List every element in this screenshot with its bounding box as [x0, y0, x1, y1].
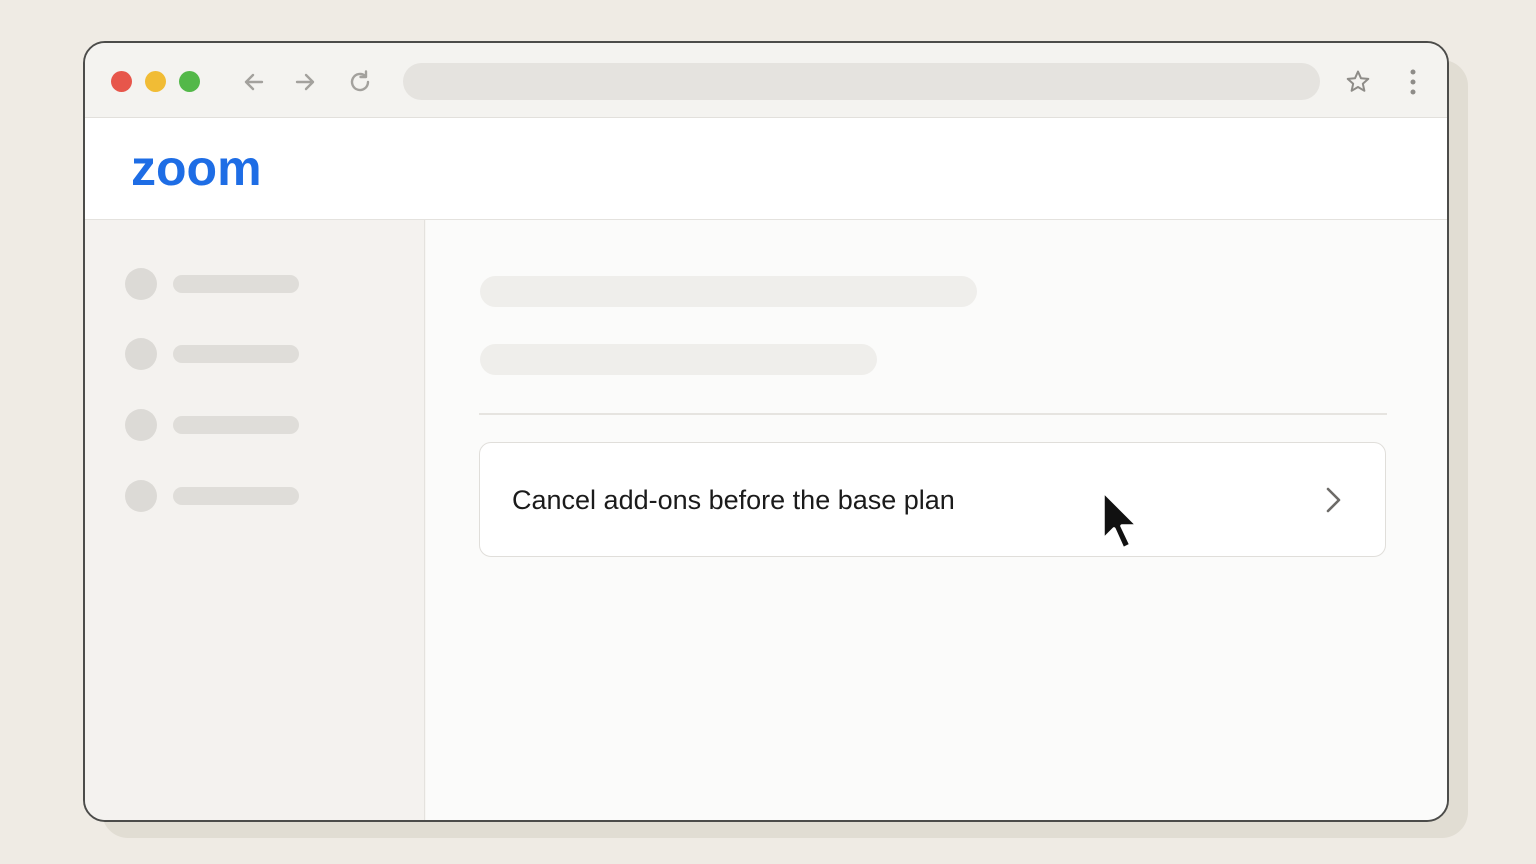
browser-menu-button[interactable] [1396, 65, 1430, 99]
sidebar-item-icon-placeholder [125, 338, 157, 370]
sidebar-item-label-placeholder [173, 416, 299, 434]
sidebar [85, 220, 425, 820]
close-window-button[interactable] [111, 71, 132, 92]
sidebar-item[interactable] [125, 480, 325, 512]
subtitle-placeholder [480, 344, 877, 375]
maximize-window-button[interactable] [179, 71, 200, 92]
reload-icon [350, 70, 370, 92]
title-placeholder [480, 276, 977, 307]
chevron-right-icon [1326, 487, 1341, 513]
sidebar-item-icon-placeholder [125, 268, 157, 300]
mouse-pointer-icon [1101, 489, 1140, 551]
sidebar-item-label-placeholder [173, 345, 299, 363]
reload-button[interactable] [343, 65, 377, 99]
sidebar-item-label-placeholder [173, 275, 299, 293]
browser-window: zoom Cancel add-ons before the base plan [83, 41, 1449, 822]
bookmark-button[interactable] [1341, 65, 1375, 99]
main-content: Cancel add-ons before the base plan [426, 220, 1447, 820]
sidebar-item[interactable] [125, 268, 325, 300]
star-icon [1346, 70, 1370, 92]
forward-arrow-icon [295, 73, 315, 91]
sidebar-item-icon-placeholder [125, 480, 157, 512]
address-bar[interactable] [403, 63, 1320, 100]
browser-toolbar [85, 43, 1447, 118]
back-button[interactable] [237, 65, 271, 99]
zoom-logo[interactable]: zoom [131, 138, 262, 198]
sidebar-item-label-placeholder [173, 487, 299, 505]
minimize-window-button[interactable] [145, 71, 166, 92]
site-header: zoom [85, 118, 1447, 220]
sidebar-item[interactable] [125, 409, 325, 441]
back-arrow-icon [244, 73, 264, 91]
sidebar-item[interactable] [125, 338, 325, 370]
content-divider [479, 413, 1387, 415]
sidebar-item-icon-placeholder [125, 409, 157, 441]
more-vertical-icon [1410, 69, 1416, 95]
option-label: Cancel add-ons before the base plan [512, 485, 955, 515]
cancel-add-ons-option[interactable]: Cancel add-ons before the base plan [479, 442, 1386, 557]
forward-button[interactable] [288, 65, 322, 99]
